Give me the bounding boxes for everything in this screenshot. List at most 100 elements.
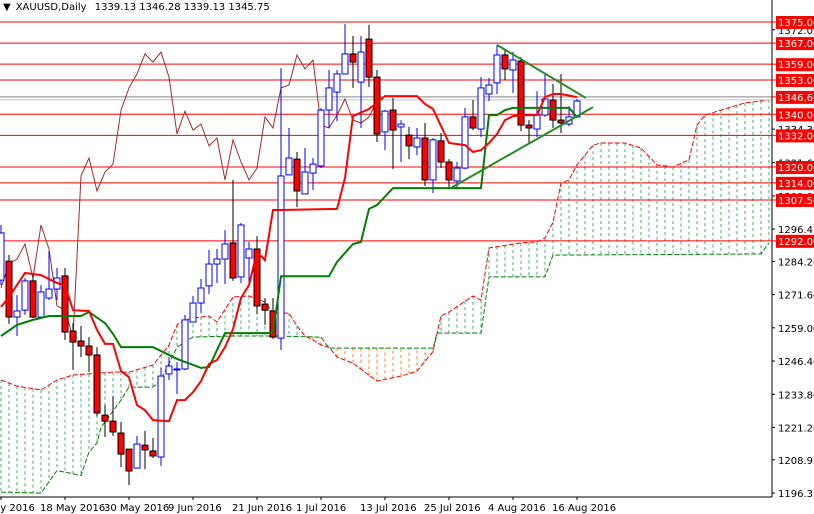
candle-body [101, 414, 109, 422]
candle-body [453, 167, 461, 182]
bullish-candle [341, 24, 349, 75]
bullish-candle [317, 107, 325, 169]
price-tick-label: 1271.60 [778, 291, 814, 302]
candle-body [77, 340, 85, 347]
candle-body [21, 280, 29, 311]
bearish-candle [549, 83, 557, 128]
candle-body [325, 87, 333, 111]
bullish-candle [333, 69, 341, 122]
level-label: 1367.00 [778, 39, 814, 50]
candle-body [301, 171, 309, 195]
level-label: 1292.00 [778, 237, 814, 248]
bullish-candle [213, 248, 221, 284]
candle-body [141, 444, 149, 451]
candle-body [333, 73, 341, 93]
bullish-candle [493, 44, 501, 94]
candle-body [117, 432, 125, 455]
bearish-candle [421, 122, 429, 186]
candle-body [29, 280, 37, 318]
candle-body [317, 109, 325, 167]
candle-body [557, 119, 565, 124]
candle-body [437, 140, 445, 163]
bearish-candle [445, 159, 453, 189]
bullish-candle [165, 357, 173, 381]
ohlc-readout: 1339.13 1346.28 1339.13 1345.75 [94, 2, 270, 13]
candle-body [421, 137, 429, 181]
level-label: 1340.00 [778, 110, 814, 121]
bearish-candle [517, 57, 525, 132]
bearish-candle [229, 179, 237, 281]
candle-body [5, 260, 13, 318]
bearish-candle [501, 49, 509, 81]
candle-body [373, 76, 381, 135]
candle-body [405, 134, 413, 147]
time-tick-label: 25 Jul 2016 [424, 503, 481, 514]
candle-body [45, 288, 53, 299]
candle-body [341, 53, 349, 75]
triangle-trendline [496, 44, 587, 99]
time-tick-label: 6 May 2016 [0, 503, 35, 514]
time-tick-label: 16 Aug 2016 [552, 503, 616, 514]
candle-body [277, 175, 285, 339]
bullish-candle [477, 77, 485, 137]
candle-body [245, 248, 253, 259]
bearish-candle [61, 267, 69, 340]
candle-body [13, 310, 21, 318]
bearish-candle [125, 448, 133, 485]
bullish-candle [157, 367, 165, 466]
bullish-candle [429, 138, 437, 194]
level-label: 1359.00 [778, 60, 814, 71]
price-tick-label: 1259.00 [778, 324, 814, 335]
symbol-label: XAUUSD,Daily [15, 2, 87, 13]
dropdown-triangle-icon[interactable]: ▼ [3, 2, 11, 13]
bearish-candle [405, 126, 413, 160]
time-tick-label: 1 Jul 2016 [296, 503, 346, 514]
level-label: 1307.50 [778, 196, 814, 207]
time-tick-label: 21 Jun 2016 [232, 503, 292, 514]
bullish-candle [205, 250, 213, 295]
bearish-candle [389, 97, 397, 170]
bullish-candle [173, 362, 181, 395]
time-tick-label: 18 May 2016 [40, 503, 105, 514]
candle-body [165, 365, 173, 375]
bullish-candle [197, 279, 205, 314]
bullish-candle [509, 52, 517, 93]
bullish-candle [0, 225, 5, 286]
bearish-candle [85, 337, 93, 373]
price-tick-label: 1296.45 [778, 225, 814, 236]
candle-body [285, 157, 293, 176]
candle-body [93, 354, 101, 414]
bullish-candle [461, 107, 469, 170]
candle-body [533, 114, 541, 130]
price-chart[interactable]: 1372.051334.351321.651309.051296.451284.… [0, 0, 814, 514]
level-label: 1375.00 [778, 18, 814, 29]
candle-body [109, 420, 117, 433]
candle-body [477, 87, 485, 130]
bearish-candle [101, 405, 109, 437]
bullish-candle [413, 127, 421, 156]
candle-body [413, 137, 421, 148]
bearish-candle [261, 298, 269, 325]
bullish-candle [397, 120, 405, 162]
candle-body [221, 243, 229, 260]
candle-body [69, 330, 77, 343]
bullish-candle [325, 69, 333, 128]
bearish-candle [5, 255, 13, 324]
candles [0, 24, 581, 485]
candle-body [397, 123, 405, 128]
bullish-candle [45, 251, 53, 301]
candle-body [205, 263, 213, 287]
candle-body [365, 38, 373, 78]
candle-body [261, 303, 269, 311]
bullish-candle [37, 285, 45, 319]
candle-body [125, 448, 133, 472]
time-tick-label: 9 Jun 2016 [168, 503, 222, 514]
level-label: 1332.00 [778, 131, 814, 142]
candle-body [37, 291, 45, 318]
level-label: 1320.00 [778, 163, 814, 174]
candle-body [493, 54, 501, 84]
candle-body [445, 161, 453, 181]
bearish-candle [77, 325, 85, 358]
bearish-candle [93, 347, 101, 417]
price-tick-label: 1196.35 [778, 489, 814, 500]
